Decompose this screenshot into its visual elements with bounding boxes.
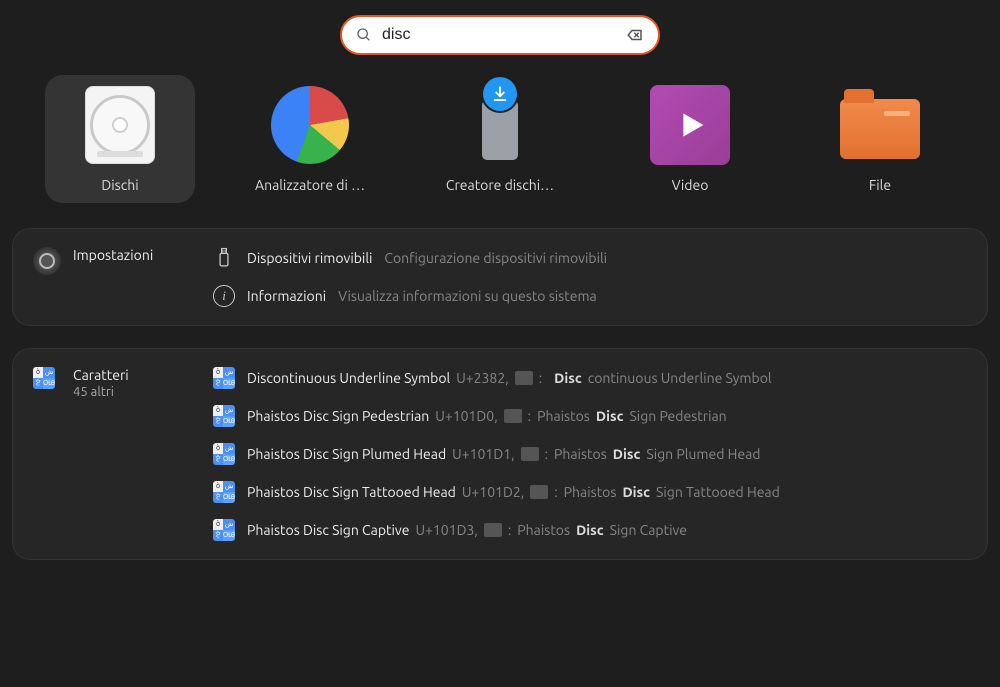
characters-icon: òشਏᎺᎯ: [33, 367, 61, 395]
character-glyph-icon: òشਏᎺᎯ: [213, 405, 235, 427]
row-title: Dispositivi rimovibili: [247, 250, 372, 266]
app-disk-usage-analyzer[interactable]: Analizzatore di …: [235, 75, 385, 203]
app-startup-disk-creator[interactable]: Creatore dischi…: [425, 75, 575, 203]
app-label: Creatore dischi…: [446, 177, 554, 193]
clear-icon[interactable]: [626, 26, 644, 44]
info-icon: i: [213, 285, 235, 307]
character-row[interactable]: òشਏᎺᎯ Phaistos Disc Sign Tattooed HeadU+1…: [213, 481, 967, 503]
character-glyph-icon: òشਏᎺᎯ: [213, 443, 235, 465]
search-icon: [356, 27, 372, 43]
settings-row-removable-devices[interactable]: Dispositivi rimovibili Configurazione di…: [213, 247, 967, 269]
settings-icon: [33, 247, 61, 275]
app-label: Analizzatore di …: [255, 177, 365, 193]
characters-more: 45 altri: [73, 385, 129, 399]
app-results: Dischi Analizzatore di … Creatore dischi…: [0, 55, 1000, 228]
settings-header[interactable]: Impostazioni: [33, 247, 213, 307]
app-label: File: [869, 177, 891, 193]
app-files[interactable]: File: [805, 75, 955, 203]
app-disks[interactable]: Dischi: [45, 75, 195, 203]
character-glyph-icon: òشਏᎺᎯ: [213, 481, 235, 503]
character-glyph-icon: òشਏᎺᎯ: [213, 367, 235, 389]
character-text: Phaistos Disc Sign Tattooed HeadU+101D2,…: [247, 484, 780, 500]
characters-title: Caratteri: [73, 367, 129, 383]
row-title: Informazioni: [247, 288, 326, 304]
characters-section: òشਏᎺᎯ Caratteri 45 altri òشਏᎺᎯ Discontinu…: [12, 348, 988, 560]
character-row[interactable]: òشਏᎺᎯ Phaistos Disc Sign CaptiveU+101D3,:…: [213, 519, 967, 541]
app-label: Dischi: [101, 177, 138, 193]
row-desc: Visualizza informazioni su questo sistem…: [338, 288, 597, 304]
character-row[interactable]: òشਏᎺᎯ Phaistos Disc Sign Plumed HeadU+101…: [213, 443, 967, 465]
settings-title: Impostazioni: [73, 247, 153, 263]
video-icon: [650, 85, 730, 165]
usb-outline-icon: [213, 247, 235, 269]
search-field[interactable]: [340, 15, 660, 55]
character-text: Phaistos Disc Sign Plumed HeadU+101D1,: …: [247, 446, 760, 462]
files-icon: [840, 85, 920, 165]
row-desc: Configurazione dispositivi rimovibili: [384, 250, 607, 266]
app-video[interactable]: Video: [615, 75, 765, 203]
startup-disk-creator-icon: [460, 85, 540, 165]
disks-icon: [80, 85, 160, 165]
settings-row-about[interactable]: i Informazioni Visualizza informazioni s…: [213, 285, 967, 307]
character-text: Phaistos Disc Sign PedestrianU+101D0,: P…: [247, 408, 727, 424]
settings-section: Impostazioni Dispositivi rimovibili Conf…: [12, 228, 988, 326]
characters-header[interactable]: òشਏᎺᎯ Caratteri 45 altri: [33, 367, 213, 541]
disk-usage-analyzer-icon: [270, 85, 350, 165]
character-row[interactable]: òشਏᎺᎯ Phaistos Disc Sign PedestrianU+101D…: [213, 405, 967, 427]
app-label: Video: [672, 177, 709, 193]
search-input[interactable]: [382, 26, 616, 44]
character-row[interactable]: òشਏᎺᎯ Discontinuous Underline SymbolU+238…: [213, 367, 967, 389]
character-text: Discontinuous Underline SymbolU+2382,: D…: [247, 370, 772, 386]
character-glyph-icon: òشਏᎺᎯ: [213, 519, 235, 541]
character-text: Phaistos Disc Sign CaptiveU+101D3,: Phai…: [247, 522, 687, 538]
